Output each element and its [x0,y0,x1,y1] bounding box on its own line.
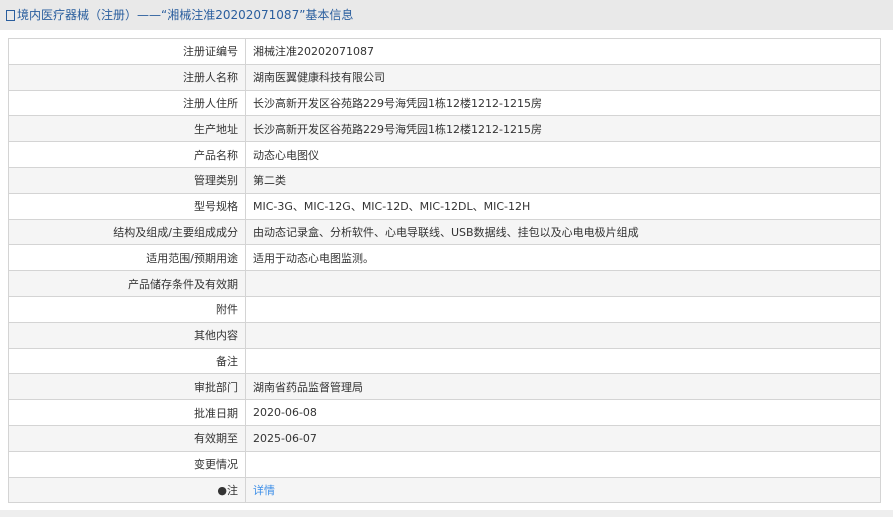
row-label: 适用范围/预期用途 [8,244,246,272]
details-link[interactable]: 详情 [253,484,275,497]
row-value: 第二类 [245,166,881,194]
page-header: 境内医疗器械（注册）——“湘械注准20202071087”基本信息 [0,0,893,30]
table-row: 变更情况 [8,450,881,478]
row-label: 有效期至 [8,424,246,452]
info-table: 注册证编号 湘械注准20202071087 注册人名称 湖南医翼健康科技有限公司 注册人… [8,38,881,504]
table-row: 备注 [8,347,881,375]
row-label: 注册人名称 [8,63,246,91]
table-row: 型号规格 MIC-3G、MIC-12G、MIC-12D、MIC-12DL、MIC-… [8,192,881,220]
lightbulb-icon: ● [217,483,227,497]
table-row: 结构及组成/主要组成成分 由动态记录盒、分析软件、心电导联线、USB数据线、挂包以… [8,218,881,246]
row-value: 适用于动态心电图监测。 [245,244,881,272]
row-label: 注册证编号 [8,38,246,65]
row-value: 由动态记录盒、分析软件、心电导联线、USB数据线、挂包以及心电电极片组成 [245,218,881,246]
row-label: 注册人住所 [8,89,246,117]
table-row: 注册证编号 湘械注准20202071087 [8,38,881,65]
row-label: 管理类别 [8,166,246,194]
document-icon [6,10,15,21]
table-row: 注册人住所 长沙高新开发区谷苑路229号海凭园1栋12楼1212-1215房 [8,89,881,117]
row-value [245,295,881,323]
table-row: 注册人名称 湖南医翼健康科技有限公司 [8,63,881,91]
row-value: 2025-06-07 [245,424,881,452]
table-row: 批准日期 2020-06-08 [8,399,881,426]
row-value: 湘械注准20202071087 [245,38,881,65]
table-row: 产品名称 动态心电图仪 [8,141,881,168]
table-row: 审批部门 湖南省药品监督管理局 [8,373,881,401]
table-row-note: ●注 详情 [8,476,881,504]
row-label: 备注 [8,347,246,375]
page-title: 境内医疗器械（注册）——“湘械注准20202071087”基本信息 [17,8,354,22]
row-value [245,347,881,375]
table-row: 适用范围/预期用途 适用于动态心电图监测。 [8,244,881,272]
row-value: 长沙高新开发区谷苑路229号海凭园1栋12楼1212-1215房 [245,115,881,143]
row-value [245,450,881,478]
table-row: 附件 [8,295,881,323]
row-label: 批准日期 [8,399,246,426]
table-row: 有效期至 2025-06-07 [8,424,881,452]
row-value: 2020-06-08 [245,399,881,426]
row-label: 审批部门 [8,373,246,401]
row-value: MIC-3G、MIC-12G、MIC-12D、MIC-12DL、MIC-12H [245,192,881,220]
row-value [245,270,881,297]
row-label: 型号规格 [8,192,246,220]
row-value: 长沙高新开发区谷苑路229号海凭园1栋12楼1212-1215房 [245,89,881,117]
row-label: 结构及组成/主要组成成分 [8,218,246,246]
note-value-cell: 详情 [245,476,881,504]
table-row: 其他内容 [8,321,881,349]
row-value: 湖南医翼健康科技有限公司 [245,63,881,91]
row-label: 其他内容 [8,321,246,349]
row-label: 变更情况 [8,450,246,478]
row-value: 湖南省药品监督管理局 [245,373,881,401]
table-row: 管理类别 第二类 [8,166,881,194]
table-row: 生产地址 长沙高新开发区谷苑路229号海凭园1栋12楼1212-1215房 [8,115,881,143]
row-value [245,321,881,349]
row-label: 产品名称 [8,141,246,168]
row-label: 产品储存条件及有效期 [8,270,246,297]
note-label: 注 [227,483,238,497]
row-label: 附件 [8,295,246,323]
note-label-cell: ●注 [8,476,246,504]
table-row: 产品储存条件及有效期 [8,270,881,297]
row-value: 动态心电图仪 [245,141,881,168]
row-label: 生产地址 [8,115,246,143]
footer-bar [0,510,893,517]
